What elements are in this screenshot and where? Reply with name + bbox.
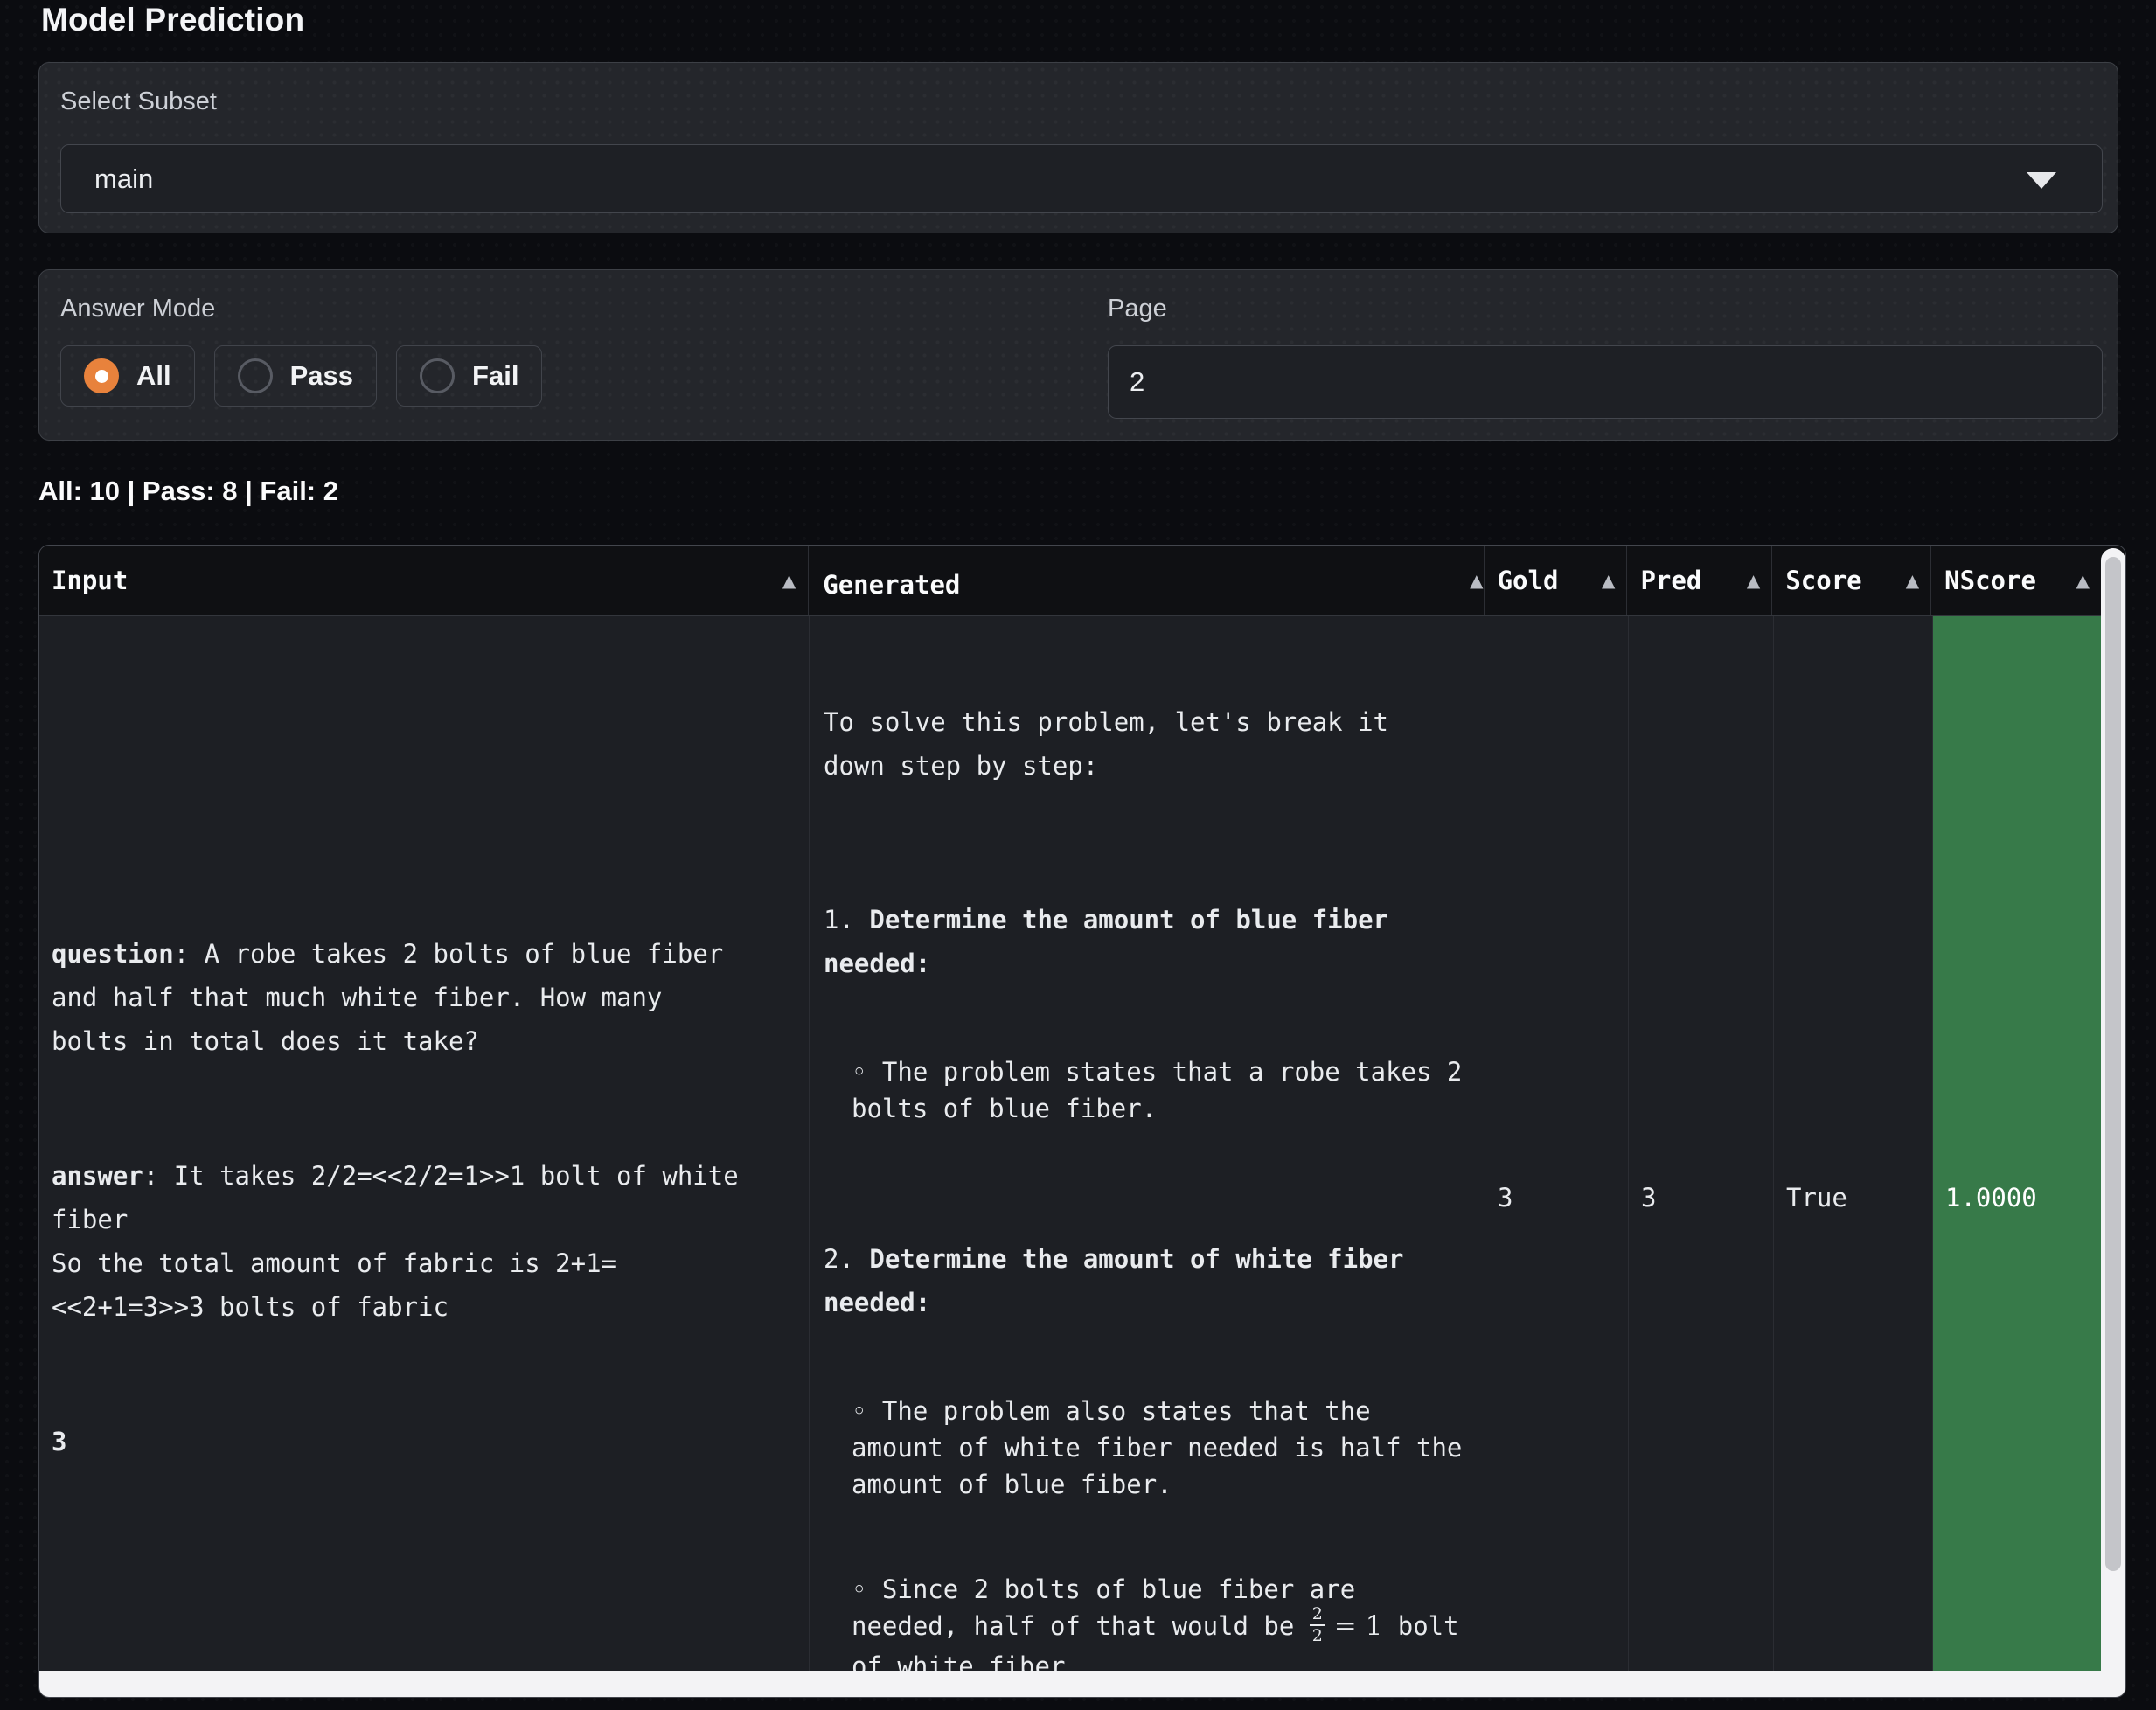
cell-gold: 3 xyxy=(1485,616,1629,1672)
page-number-value: 2 xyxy=(1130,366,1144,398)
radio-pass-label: Pass xyxy=(290,360,353,392)
page-number-input[interactable]: 2 xyxy=(1108,345,2103,419)
column-header-input[interactable]: Input ▲ xyxy=(39,546,809,615)
sort-asc-icon: ▲ xyxy=(1470,570,1483,591)
sort-asc-icon: ▲ xyxy=(1906,570,1919,591)
sort-asc-icon: ▲ xyxy=(2076,570,2090,591)
fraction-two-over-two: 22 xyxy=(1310,1605,1325,1645)
generated-step-1-heading: 1. Determine the amount of blue fiber ne… xyxy=(824,898,1462,985)
generated-bullet-with-math: ◦ Since 2 bolts of blue fiber are needed… xyxy=(852,1571,1462,1672)
page-label: Page xyxy=(1108,295,1167,323)
generated-bullet: ◦ The problem also states that the amoun… xyxy=(852,1393,1462,1503)
generated-bullet: ◦ The problem states that a robe takes 2… xyxy=(852,1053,1462,1127)
chevron-down-icon xyxy=(2027,172,2056,189)
subset-selected-value: main xyxy=(94,163,153,195)
subset-label: Select Subset xyxy=(60,87,217,116)
radio-all-label: All xyxy=(136,360,171,392)
column-header-gold[interactable]: Gold ▲ xyxy=(1485,546,1628,615)
vertical-scrollbar[interactable] xyxy=(2101,548,2125,1672)
radio-all[interactable]: All xyxy=(60,345,195,407)
cell-pred: 3 xyxy=(1629,616,1774,1672)
header-label: NScore xyxy=(1944,566,2036,595)
cell-input: question: A robe takes 2 bolts of blue f… xyxy=(39,616,810,1672)
cell-score: True xyxy=(1774,616,1933,1672)
generated-intro: To solve this problem, let's break it do… xyxy=(824,700,1462,788)
cell-nscore: 1.0000 xyxy=(1933,616,2103,1672)
final-answer: 3 xyxy=(52,1420,739,1463)
subset-select[interactable]: main xyxy=(60,144,2103,213)
header-label: Generated xyxy=(823,570,960,600)
header-label: Score xyxy=(1785,566,1861,595)
answer-mode-panel: Answer Mode All Pass Fail Page 2 xyxy=(38,269,2118,441)
radio-fail[interactable]: Fail xyxy=(396,345,542,407)
subset-panel: Select Subset main xyxy=(38,62,2118,233)
column-header-pred[interactable]: Pred ▲ xyxy=(1627,546,1772,615)
answer-mode-label: Answer Mode xyxy=(60,295,215,323)
answer-mode-radio-group: All Pass Fail xyxy=(60,345,542,407)
column-header-nscore[interactable]: NScore ▲ xyxy=(1931,546,2101,615)
result-counts-status: All: 10 | Pass: 8 | Fail: 2 xyxy=(38,476,338,507)
sort-asc-icon: ▲ xyxy=(1747,570,1760,591)
table-header-row: Input ▲ Generated ▲ Gold ▲ Pred ▲ Score … xyxy=(39,546,2125,616)
table-row: question: A robe takes 2 bolts of blue f… xyxy=(39,616,2125,1672)
header-label: Pred xyxy=(1640,566,1701,595)
predictions-table: Input ▲ Generated ▲ Gold ▲ Pred ▲ Score … xyxy=(38,545,2126,1698)
question-block: question: A robe takes 2 bolts of blue f… xyxy=(52,932,739,1063)
page-title: Model Prediction xyxy=(41,2,304,38)
cell-generated: To solve this problem, let's break it do… xyxy=(810,616,1485,1672)
answer-block: answer: It takes 2/2=<<2/2=1>>1 bolt of … xyxy=(52,1154,739,1329)
radio-selected-icon xyxy=(84,358,119,393)
header-label: Input xyxy=(52,566,128,595)
radio-unselected-icon xyxy=(420,358,455,393)
horizontal-scrollbar[interactable] xyxy=(39,1671,2125,1697)
header-label: Gold xyxy=(1498,566,1559,595)
sort-asc-icon: ▲ xyxy=(782,570,796,591)
column-header-score[interactable]: Score ▲ xyxy=(1772,546,1931,615)
radio-fail-label: Fail xyxy=(472,360,518,392)
vertical-scrollbar-thumb[interactable] xyxy=(2105,557,2121,1571)
sort-asc-icon: ▲ xyxy=(1602,570,1615,591)
generated-step-2-heading: 2. Determine the amount of white fiber n… xyxy=(824,1237,1462,1324)
table-body: question: A robe takes 2 bolts of blue f… xyxy=(39,616,2125,1672)
column-header-generated[interactable]: Generated ▲ xyxy=(809,546,1484,615)
radio-unselected-icon xyxy=(238,358,273,393)
radio-pass[interactable]: Pass xyxy=(214,345,377,407)
